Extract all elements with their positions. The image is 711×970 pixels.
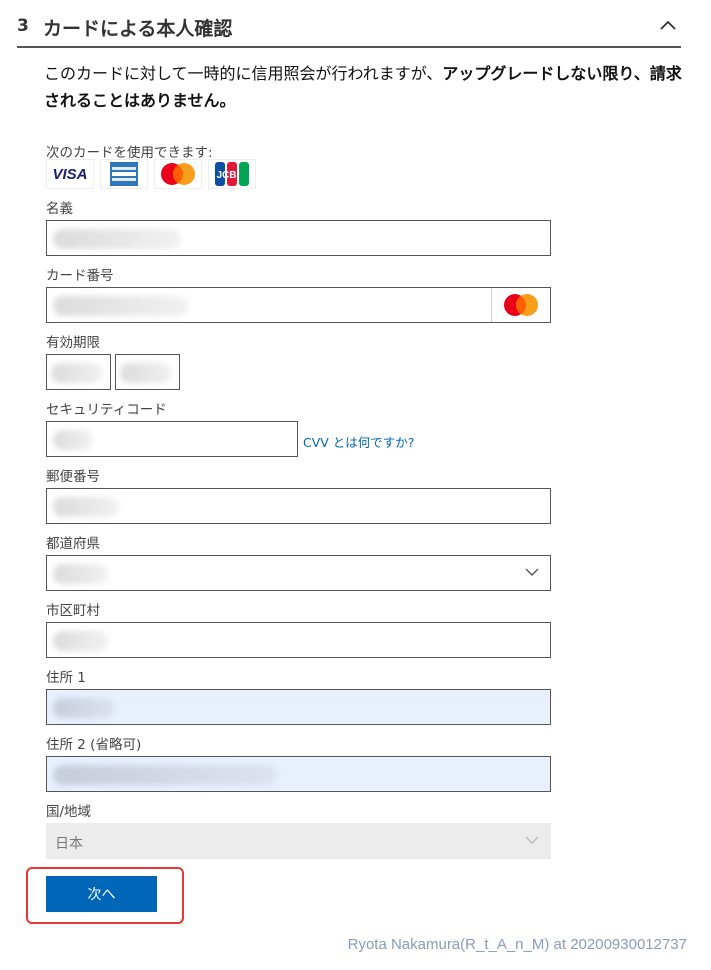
accepted-cards-label: 次のカードを使用できます: [46, 145, 213, 161]
city-input[interactable] [46, 622, 551, 658]
section-title: カードによる本人確認 [43, 18, 233, 40]
redacted-value [53, 698, 115, 718]
expiry-month-input[interactable] [46, 354, 111, 390]
name-input[interactable] [46, 220, 551, 256]
security-code-input[interactable] [46, 421, 298, 457]
mastercard-logo-icon [161, 163, 195, 185]
postal-code-label: 郵便番号 [46, 469, 100, 485]
expiry-label: 有効期限 [46, 335, 100, 351]
chevron-down-icon [525, 568, 539, 576]
redacted-value [53, 296, 188, 316]
cvv-help-link[interactable]: CVV とは何ですか? [303, 432, 414, 451]
name-label: 名義 [46, 201, 73, 217]
amex-logo [100, 159, 148, 189]
prefecture-label: 都道府県 [46, 536, 100, 552]
verification-notice: このカードに対して一時的に信用照会が行われますが、アップグレードしない限り、請求… [44, 60, 684, 114]
jcb-logo-text: JCB [217, 170, 237, 181]
watermark: Ryota Nakamura(R_t_A_n_M) at 20200930012… [347, 936, 687, 953]
step-number: 3 [17, 16, 29, 36]
next-button[interactable]: 次へ [46, 876, 157, 912]
amex-logo-icon [110, 162, 138, 186]
redacted-value [51, 363, 103, 383]
city-label: 市区町村 [46, 603, 100, 619]
country-label: 国/地域 [46, 804, 92, 820]
address2-input[interactable] [46, 756, 551, 792]
visa-logo-text: VISA [52, 165, 88, 183]
postal-code-input[interactable] [46, 488, 551, 524]
accepted-cards: VISA JCB [46, 159, 256, 189]
prefecture-select[interactable] [46, 555, 551, 591]
mastercard-logo [154, 159, 202, 189]
jcb-logo: JCB [208, 159, 256, 189]
address1-input[interactable] [46, 689, 551, 725]
chevron-up-icon[interactable] [659, 18, 677, 32]
address2-label: 住所 2 (省略可) [46, 737, 142, 753]
country-value: 日本 [55, 836, 83, 852]
jcb-logo-icon: JCB [215, 162, 249, 186]
page: 3 カードによる本人確認 このカードに対して一時的に信用照会が行われますが、アッ… [0, 0, 711, 970]
security-code-label: セキュリティコード [46, 402, 167, 418]
redacted-value [53, 497, 119, 517]
redacted-value [53, 229, 181, 249]
visa-logo: VISA [46, 159, 94, 189]
detected-card-type [491, 288, 550, 322]
address1-label: 住所 1 [46, 670, 86, 686]
card-number-label: カード番号 [46, 268, 114, 284]
mastercard-icon [504, 294, 538, 316]
redacted-value [53, 765, 277, 785]
expiry-year-input[interactable] [115, 354, 180, 390]
section-header[interactable]: 3 カードによる本人確認 [17, 10, 681, 48]
redacted-value [53, 430, 93, 450]
redacted-value [53, 564, 108, 584]
chevron-down-icon [525, 836, 539, 844]
redacted-value [120, 363, 172, 383]
country-select: 日本 [46, 823, 551, 859]
card-number-input[interactable] [46, 287, 551, 323]
notice-text: このカードに対して一時的に信用照会が行われますが、 [44, 64, 443, 83]
redacted-value [53, 631, 108, 651]
